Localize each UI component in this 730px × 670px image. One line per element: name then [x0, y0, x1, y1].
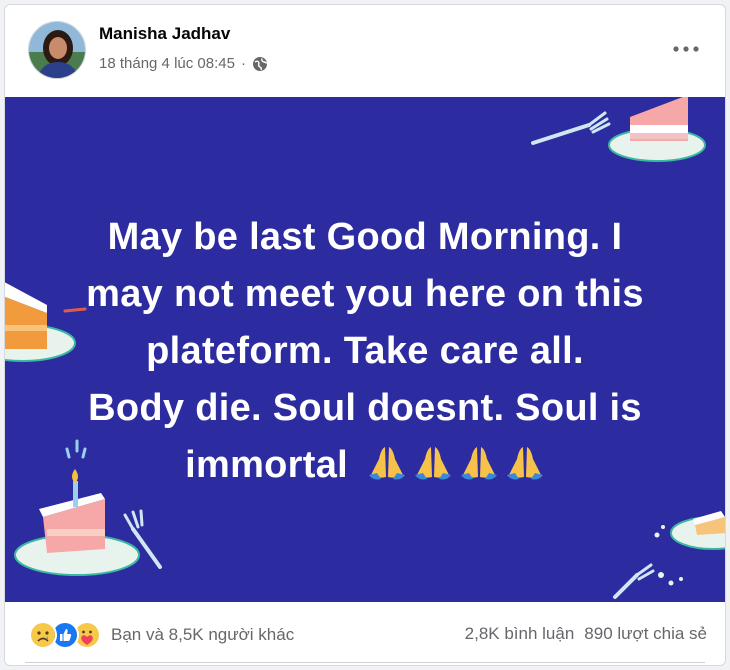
folded-hands-icon: [506, 447, 543, 480]
emoji-group: [367, 445, 545, 481]
post-text-line: Body die. Soul doesnt. Soul is: [88, 387, 642, 429]
post-footer: Bạn và 8,5K người khác 2,8K bình luận 89…: [5, 605, 725, 663]
shares-count-link[interactable]: 890 lượt chia sẻ: [584, 624, 707, 644]
post-stats: 2,8K bình luận 890 lượt chia sẻ: [465, 624, 707, 644]
globe-icon[interactable]: [252, 56, 268, 72]
folded-hands-icon: [414, 447, 451, 480]
reaction-summary[interactable]: Bạn và 8,5K người khác: [29, 621, 294, 649]
avatar[interactable]: [28, 21, 86, 79]
post-text-last-line: immortal: [45, 437, 685, 494]
post-background-banner: May be last Good Morning. I may not meet…: [5, 97, 725, 602]
post-text-line: immortal: [185, 444, 349, 486]
post-text-line: may not meet you here on this: [86, 273, 644, 315]
folded-hands-icon: [460, 447, 497, 480]
post-message: May be last Good Morning. I may not meet…: [45, 209, 685, 494]
sad-icon: [29, 621, 57, 649]
comments-count-link[interactable]: 2,8K bình luận: [465, 624, 575, 644]
post-meta: 18 tháng 4 lúc 08:45 ·: [99, 55, 268, 72]
folded-hands-icon: [368, 447, 405, 480]
post-timestamp[interactable]: 18 tháng 4 lúc 08:45: [99, 55, 235, 72]
post-card: Manisha Jadhav 18 tháng 4 lúc 08:45 · Ma…: [4, 4, 726, 666]
divider: [25, 662, 705, 663]
post-text-line: May be last Good Morning. I: [107, 216, 623, 258]
post-header: Manisha Jadhav 18 tháng 4 lúc 08:45 ·: [5, 5, 725, 95]
more-options-icon[interactable]: [669, 35, 703, 63]
author-name[interactable]: Manisha Jadhav: [99, 24, 230, 44]
post-text-line: plateform. Take care all.: [146, 330, 584, 372]
reaction-count: Bạn và 8,5K người khác: [111, 625, 295, 644]
